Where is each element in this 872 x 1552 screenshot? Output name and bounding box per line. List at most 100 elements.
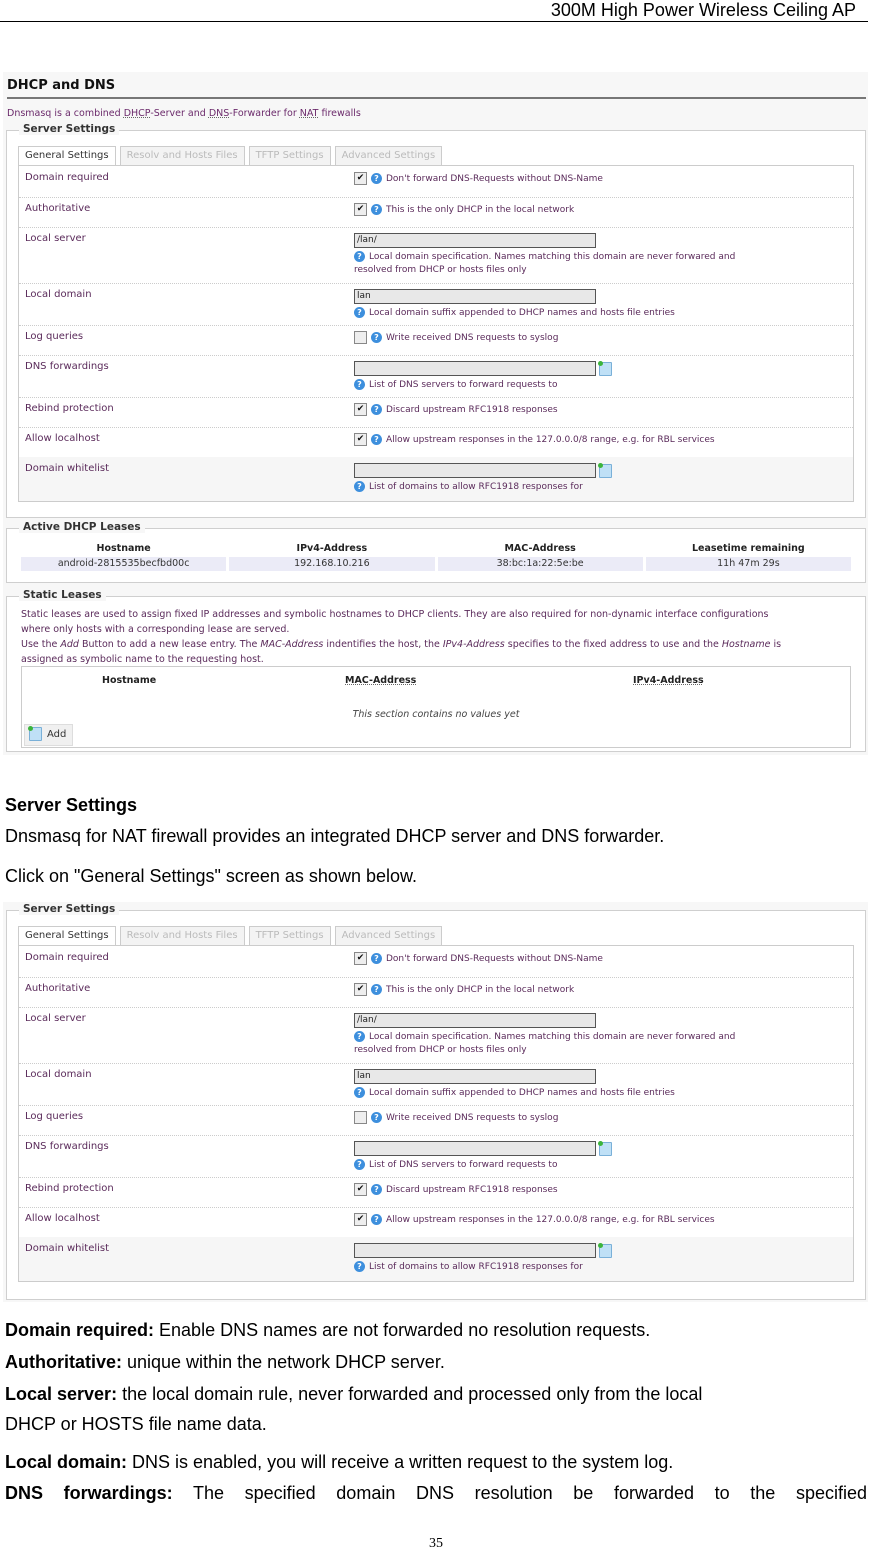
tab-advanced-settings[interactable]: Advanced Settings bbox=[334, 926, 443, 945]
setting-hint: List of domains to allow RFC1918 respons… bbox=[369, 482, 583, 492]
help-icon: ? bbox=[371, 434, 382, 445]
add-icon bbox=[28, 726, 42, 741]
setting-field: /lan/? Local domain specification. Names … bbox=[354, 1013, 735, 1055]
tab-general-settings[interactable]: General Settings bbox=[18, 926, 116, 946]
setting-hint-line: ? Local domain specification. Names match… bbox=[354, 251, 735, 262]
setting-label: Local server bbox=[25, 233, 86, 244]
setting-hint: Local domain specification. Names matchi… bbox=[369, 252, 736, 262]
help-icon: ? bbox=[371, 173, 382, 184]
setting-hint-line: ? Local domain suffix appended to DHCP na… bbox=[354, 307, 675, 318]
allow-localhost-checkbox[interactable]: ✔ bbox=[354, 433, 367, 446]
rebind-protection-checkbox[interactable]: ✔ bbox=[354, 1183, 367, 1196]
static-leases-legend: Static Leases bbox=[19, 589, 106, 601]
setting-hint: Local domain suffix appended to DHCP nam… bbox=[369, 308, 675, 318]
authoritative-checkbox[interactable]: ✔ bbox=[354, 983, 367, 996]
setting-label: Domain required bbox=[25, 172, 109, 183]
rebind-protection-checkbox[interactable]: ✔ bbox=[354, 403, 367, 416]
setting-row-domain-required: Domain required ✔? Don't forward DNS-Reque… bbox=[19, 946, 853, 978]
static-leases-description: Static leases are used to assign fixed I… bbox=[21, 607, 851, 667]
setting-hint: List of DNS servers to forward requests … bbox=[369, 380, 558, 390]
log-queries-checkbox[interactable] bbox=[354, 1111, 367, 1124]
setting-field: ? List of DNS servers to forward requests… bbox=[354, 360, 612, 390]
definition-line: DHCP or HOSTS file name data. bbox=[5, 1414, 267, 1435]
setting-field: ? Write received DNS requests to syslog bbox=[354, 331, 558, 344]
setting-field: ✔? Don't forward DNS-Requests without DNS… bbox=[354, 952, 603, 965]
col-mac: MAC-Address bbox=[345, 675, 417, 686]
setting-row-dns-forwardings: DNS forwardings? List of DNS servers to f… bbox=[19, 1135, 853, 1178]
authoritative-checkbox[interactable]: ✔ bbox=[354, 203, 367, 216]
tab-tftp-settings[interactable]: TFTP Settings bbox=[248, 926, 331, 945]
setting-label: Authoritative bbox=[25, 203, 91, 214]
server-settings-legend: Server Settings bbox=[19, 903, 120, 915]
server-settings-fieldset: Server Settings General Settings Resolv … bbox=[6, 903, 866, 1300]
col-hostname: Hostname bbox=[102, 675, 157, 686]
add-entry-icon[interactable] bbox=[598, 462, 612, 478]
definition-line: Domain required: Enable DNS names are no… bbox=[5, 1320, 650, 1341]
definition-term: Local server: bbox=[5, 1384, 118, 1404]
local-server-input[interactable]: /lan/ bbox=[354, 233, 596, 248]
domain-whitelist-input[interactable] bbox=[354, 1243, 596, 1258]
setting-row-allow-localhost: Allow localhost ✔? Allow upstream response… bbox=[19, 1207, 853, 1238]
desc-line: where only hosts with a corresponding le… bbox=[21, 624, 290, 635]
tab-resolv-hosts-files[interactable]: Resolv and Hosts Files bbox=[119, 926, 245, 945]
setting-row-local-server: Local server/lan/? Local domain specifica… bbox=[19, 227, 853, 284]
tab-advanced-settings[interactable]: Advanced Settings bbox=[334, 146, 443, 165]
settings-panel: Domain required ✔? Don't forward DNS-Reque… bbox=[18, 165, 854, 502]
cell-mac: 38:bc:1a:22:5e:be bbox=[437, 557, 643, 571]
definition-term: Domain required: bbox=[5, 1320, 155, 1340]
setting-row-local-server: Local server/lan/? Local domain specifica… bbox=[19, 1007, 853, 1064]
add-lease-button[interactable]: Add bbox=[24, 724, 74, 746]
col-leasetime: Leasetime remaining bbox=[692, 543, 805, 554]
local-server-input[interactable]: /lan/ bbox=[354, 1013, 596, 1028]
setting-hint: Discard upstream RFC1918 responses bbox=[386, 1185, 558, 1195]
desc-text: Button to add a new lease entry. The bbox=[78, 639, 261, 650]
dhcp-dns-screenshot: DHCP and DNS Dnsmasq is a combined DHCP-… bbox=[3, 72, 868, 755]
setting-row-local-domain: Local domain lan ? Local domain suffix appe… bbox=[19, 283, 853, 326]
setting-field: ? List of DNS servers to forward requests… bbox=[354, 1140, 612, 1170]
tab-tftp-settings[interactable]: TFTP Settings bbox=[248, 146, 331, 165]
table-row: android-2815535becfbd00c 192.168.10.216 … bbox=[21, 557, 851, 571]
setting-hint: This is the only DHCP in the local netwo… bbox=[386, 205, 575, 215]
setting-hint: Local domain suffix appended to DHCP nam… bbox=[369, 1088, 675, 1098]
static-leases-table: Hostname MAC-Address IPv4-Address This s… bbox=[21, 666, 851, 748]
local-domain-input[interactable]: lan bbox=[354, 289, 596, 304]
setting-hint: List of domains to allow RFC1918 respons… bbox=[369, 1262, 583, 1272]
dns-forwardings-input[interactable] bbox=[354, 361, 596, 376]
local-domain-input[interactable]: lan bbox=[354, 1069, 596, 1084]
setting-label: Rebind protection bbox=[25, 403, 114, 414]
help-icon: ? bbox=[371, 984, 382, 995]
help-icon: ? bbox=[354, 1087, 365, 1098]
domain-required-checkbox[interactable]: ✔ bbox=[354, 952, 367, 965]
definition-term: DNS forwardings: bbox=[5, 1483, 173, 1503]
setting-field: ✔? Discard upstream RFC1918 responses bbox=[354, 1183, 558, 1196]
tab-general-settings[interactable]: General Settings bbox=[18, 146, 116, 166]
domain-whitelist-input[interactable] bbox=[354, 463, 596, 478]
domain-required-checkbox[interactable]: ✔ bbox=[354, 172, 367, 185]
help-icon: ? bbox=[371, 404, 382, 415]
setting-label: Local server bbox=[25, 1013, 86, 1024]
log-queries-checkbox[interactable] bbox=[354, 331, 367, 344]
setting-hint: List of DNS servers to forward requests … bbox=[369, 1160, 558, 1170]
definition-text: DNS is enabled, you will receive a writt… bbox=[127, 1452, 674, 1472]
setting-field: ✔? Don't forward DNS-Requests without DNS… bbox=[354, 172, 603, 185]
setting-row-log-queries: Log queries? Write received DNS requests … bbox=[19, 325, 853, 356]
col-hostname: Hostname bbox=[96, 543, 151, 554]
dns-forwardings-input[interactable] bbox=[354, 1141, 596, 1156]
setting-field: ? Write received DNS requests to syslog bbox=[354, 1111, 558, 1124]
allow-localhost-checkbox[interactable]: ✔ bbox=[354, 1213, 367, 1226]
help-icon: ? bbox=[354, 251, 365, 262]
col-mac: MAC-Address bbox=[504, 543, 576, 554]
setting-field: ? List of domains to allow RFC1918 respon… bbox=[354, 1242, 612, 1272]
setting-row-rebind-protection: Rebind protection ✔? Discard upstream RFC1… bbox=[19, 1177, 853, 1208]
add-entry-icon[interactable] bbox=[598, 1140, 612, 1156]
setting-label: Log queries bbox=[25, 1111, 84, 1122]
desc-em: Add bbox=[60, 639, 79, 650]
document-title: 300M High Power Wireless Ceiling AP bbox=[550, 0, 856, 20]
add-entry-icon[interactable] bbox=[598, 360, 612, 376]
setting-label: DNS forwardings bbox=[25, 361, 109, 372]
add-entry-icon[interactable] bbox=[598, 1242, 612, 1258]
help-icon: ? bbox=[371, 332, 382, 343]
setting-label: Local domain bbox=[25, 289, 92, 300]
tab-resolv-hosts-files[interactable]: Resolv and Hosts Files bbox=[119, 146, 245, 165]
definition-text: Enable DNS names are not forwarded no re… bbox=[154, 1320, 651, 1340]
